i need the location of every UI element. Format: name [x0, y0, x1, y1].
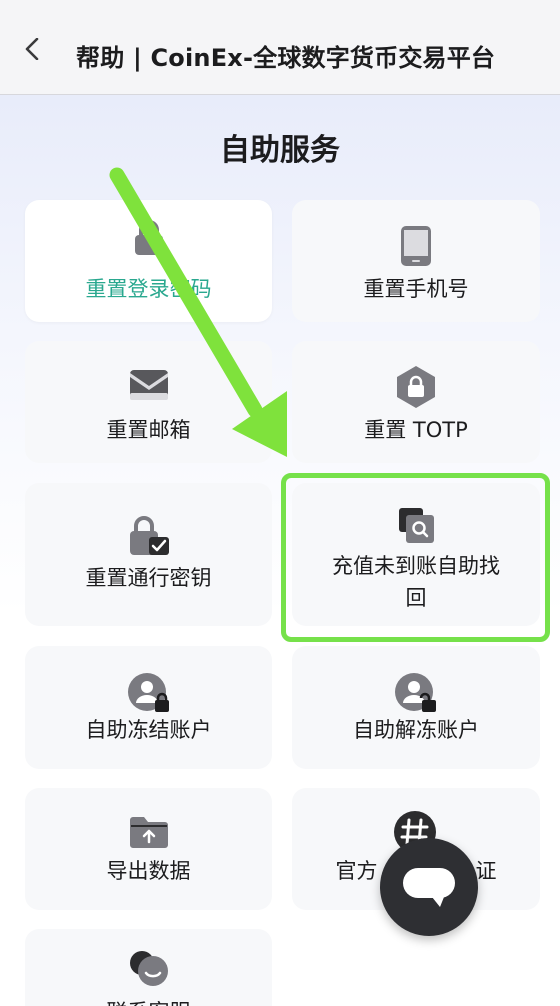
- self-service-section: 自助服务 重置登录密码 重置手机号 重置邮箱 重置 TOTP 重置通行密钥 充值…: [0, 95, 560, 1006]
- chat-bubble-icon: [403, 868, 455, 907]
- chat-support-button[interactable]: [380, 838, 478, 936]
- annotation-arrow-icon: [109, 167, 287, 457]
- page-title: 帮助 | CoinEx-全球数字货币交易平台: [76, 44, 496, 72]
- back-chevron-icon[interactable]: [22, 38, 44, 60]
- top-nav-bar: 帮助 | CoinEx-全球数字货币交易平台: [0, 0, 560, 95]
